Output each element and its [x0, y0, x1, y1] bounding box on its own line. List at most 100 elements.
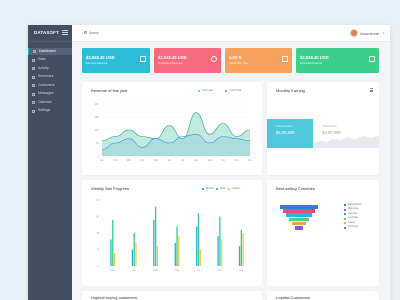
- stat-value: $3,948.40 USD: [86, 55, 115, 60]
- customers-icon: [32, 84, 35, 87]
- y-tick-label: 0: [98, 156, 100, 158]
- sidebar-item-revenues[interactable]: Revenues: [28, 74, 72, 81]
- sidebar-item-activity[interactable]: Activity: [28, 65, 72, 72]
- stat-label: Conversion Rate: [229, 61, 249, 65]
- country-legend-square: [344, 217, 346, 220]
- bar-ipad: [197, 213, 200, 266]
- total-income-sparkline: [313, 136, 379, 148]
- sidebar-item-label: Calendar: [38, 99, 52, 104]
- country-legend-label: Canada: [348, 211, 358, 215]
- stat-label: Transferred Revenue: [158, 61, 183, 65]
- bar-laptop: [199, 249, 201, 266]
- sidebar-item-label: Messages: [38, 91, 54, 96]
- stat-card[interactable]: 1.03 % Conversion Rate: [225, 48, 292, 73]
- y-tick-label: 60: [96, 216, 99, 218]
- more-options-icon[interactable]: [370, 88, 373, 92]
- messages-icon: [32, 92, 35, 96]
- x-tick-label: Jul: [181, 160, 184, 162]
- sidebar-item-label: Stats: [38, 57, 46, 62]
- x-tick-label: Mon: [110, 270, 115, 272]
- funnel-layer: [295, 226, 303, 230]
- x-tick-label: Jun: [167, 160, 171, 162]
- x-tick-label: May: [154, 160, 159, 162]
- search-input[interactable]: [89, 30, 179, 35]
- stat-label: Expected Revenue: [300, 61, 322, 65]
- y-tick-label: 10K: [95, 130, 100, 132]
- stat-card[interactable]: $2,948.40 USD Expected Revenue: [296, 48, 379, 73]
- earning-panel: Monthly Earning Today Income $4,50,599 T…: [267, 82, 379, 175]
- country-legend-square: [344, 226, 346, 229]
- bar-mobile: [153, 219, 155, 266]
- funnel-layer: [289, 217, 309, 222]
- x-tick-label: Dec: [248, 160, 253, 162]
- bar-ipad: [112, 219, 114, 266]
- stat-value: 1.03 %: [229, 55, 243, 60]
- revenue-panel: Revenue of this year Total sale Total Pr…: [82, 82, 262, 175]
- bar-mobile: [217, 236, 219, 266]
- country-legend-square: [344, 222, 346, 224]
- x-tick-label: Aug: [194, 159, 199, 162]
- sidebar-item-stats[interactable]: Stats: [28, 57, 72, 64]
- sidebar-item-label: Activity: [38, 65, 49, 70]
- sidebar-item-customers[interactable]: Customers: [28, 82, 72, 89]
- user-avatar[interactable]: [350, 29, 358, 37]
- highest-buying-title: Highest buying customers: [91, 295, 138, 300]
- stat-card[interactable]: $3,948.40 USD Earnings Revenue: [82, 48, 150, 73]
- country-legend-label: Dubai: [348, 220, 355, 224]
- sidebar-item-calendar[interactable]: Calendar: [28, 99, 72, 106]
- y-tick-label: 80: [96, 200, 99, 202]
- country-legend-label: Australia: [348, 216, 359, 220]
- hamburger-menu-icon[interactable]: [62, 30, 68, 35]
- settings-icon: [32, 109, 35, 113]
- bar-ipad: [133, 233, 135, 266]
- country-legend-square: [344, 204, 346, 206]
- x-tick-label: Nov: [234, 160, 239, 162]
- weekly-bar-chart: 80 60 40 20 0 Mon Tue Wed Thu Fri Sat Sun: [96, 200, 244, 272]
- funnel-layer: [283, 209, 315, 213]
- stat-value: $2,948.40 USD: [300, 55, 329, 60]
- bar-ipad: [219, 216, 221, 266]
- x-tick-label: Oct: [221, 159, 225, 162]
- earning-title: Monthly Earning: [276, 88, 305, 93]
- today-income-box: Today Income $4,50,599: [267, 119, 313, 148]
- bar-laptop: [221, 239, 223, 266]
- stat-value: $3,948.40 USD: [158, 55, 187, 60]
- wallet-icon: [140, 56, 146, 62]
- x-tick-label: Apr: [141, 159, 145, 162]
- bar-mobile: [196, 226, 198, 266]
- sidebar: DATASOFT Dashboard Stats Activity Revenues C…: [28, 25, 72, 300]
- sidebar-item-messages[interactable]: Messages: [28, 91, 72, 98]
- total-income-box: Total Income $4,50,599: [313, 119, 379, 148]
- country-legend-label: Bangladesh: [348, 202, 362, 206]
- stats-icon: [32, 58, 35, 62]
- y-tick-label: 15K: [95, 117, 100, 119]
- y-tick-label: 0: [98, 266, 100, 268]
- total-income-label: Total Income: [322, 125, 337, 128]
- user-name[interactable]: Abdurrahman: [360, 32, 379, 36]
- x-tick-label: Sun: [239, 270, 244, 272]
- bar-laptop: [156, 246, 159, 266]
- x-tick-label: Feb: [113, 160, 118, 162]
- bar-ipad: [154, 206, 157, 266]
- country-legend-square: [344, 213, 346, 215]
- search-icon: [84, 31, 87, 34]
- funnel-layer: [280, 205, 318, 209]
- chevron-down-icon[interactable]: ▾: [383, 31, 385, 35]
- brand-logo: DATASOFT: [34, 30, 59, 35]
- funnel-layer: [292, 221, 306, 226]
- bar-mobile: [174, 242, 176, 266]
- money-bag-icon: [211, 56, 217, 62]
- credit-card-icon: [369, 56, 375, 62]
- bar-laptop: [242, 233, 244, 266]
- bar-ipad: [240, 229, 242, 266]
- y-tick-label: 40: [96, 233, 99, 235]
- x-tick-label: Wed: [153, 270, 158, 272]
- bar-mobile: [110, 239, 112, 266]
- sidebar-item-label: Settings: [38, 108, 51, 113]
- x-tick-label: Mar: [127, 159, 131, 162]
- bar-laptop: [135, 242, 137, 266]
- sidebar-item-settings[interactable]: Settings: [28, 108, 72, 115]
- sidebar-item-dashboard[interactable]: Dashboard: [28, 48, 72, 55]
- bar-mobile: [131, 249, 134, 266]
- stat-card[interactable]: $3,948.40 USD Transferred Revenue: [154, 48, 221, 73]
